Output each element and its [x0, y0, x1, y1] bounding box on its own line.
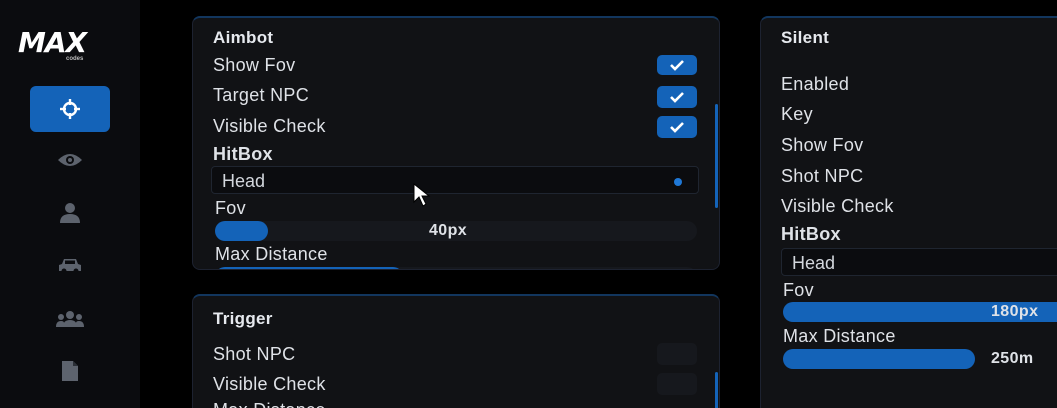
trigger-scrollbar[interactable] — [715, 372, 718, 408]
nav-vehicle-button[interactable] — [30, 243, 110, 289]
nav-aimbot-button[interactable] — [30, 86, 110, 132]
visible-check-checkbox[interactable] — [657, 116, 697, 138]
max-distance-slider[interactable] — [215, 267, 697, 269]
silent-panel: Silent Enabled Key Show Fov Shot NPC Vis… — [760, 16, 1057, 408]
silent-show-fov-label: Show Fov — [781, 135, 864, 155]
logo: MAX codes — [18, 26, 124, 62]
file-icon — [62, 361, 78, 381]
nav-player-button[interactable] — [30, 190, 110, 236]
crosshair-icon — [60, 99, 80, 119]
max-distance-slider-fill — [215, 267, 403, 269]
silent-hitbox-label: HitBox — [781, 224, 841, 244]
shot-npc-checkbox[interactable] — [657, 343, 697, 365]
silent-hitbox-select[interactable]: Head — [781, 248, 1057, 276]
silent-hitbox-selected-value: Head — [792, 253, 836, 273]
nav-config-button[interactable] — [30, 348, 110, 394]
checkmark-icon — [670, 122, 684, 133]
silent-max-distance-label: Max Distance — [783, 326, 896, 346]
checkmark-icon — [670, 60, 684, 71]
aimbot-title: Aimbot — [213, 28, 274, 47]
trigger-panel: Trigger Shot NPC Visible Check Max Dista… — [192, 294, 720, 408]
hitbox-selected-value: Head — [222, 171, 266, 191]
mouse-cursor-icon — [413, 182, 431, 207]
users-icon — [56, 311, 84, 327]
silent-key-label: Key — [781, 104, 813, 124]
trigger-max-distance-label: Max Distance — [213, 400, 326, 408]
eye-icon — [58, 154, 82, 166]
show-fov-label: Show Fov — [213, 55, 296, 75]
show-fov-checkbox[interactable] — [657, 55, 697, 75]
car-icon — [59, 259, 81, 274]
checkmark-icon — [670, 92, 684, 103]
silent-max-distance-slider-fill — [783, 349, 975, 369]
logo-text: MAX — [18, 26, 87, 59]
max-distance-label: Max Distance — [215, 244, 328, 264]
target-npc-label: Target NPC — [213, 85, 310, 105]
fov-value: 40px — [429, 222, 468, 239]
hitbox-select[interactable]: Head — [211, 166, 699, 194]
aimbot-scrollbar[interactable] — [715, 104, 718, 208]
shot-npc-label: Shot NPC — [213, 344, 296, 364]
user-icon — [60, 203, 80, 223]
silent-max-distance-slider[interactable] — [783, 349, 975, 369]
hitbox-label: HitBox — [213, 144, 273, 164]
fov-slider-fill — [215, 221, 269, 241]
trigger-visible-check-label: Visible Check — [213, 374, 326, 394]
logo-subtext: codes — [66, 56, 84, 62]
nav-players-list-button[interactable] — [30, 296, 110, 342]
sidebar: MAX codes — [0, 0, 140, 408]
nav-visuals-button[interactable] — [30, 137, 110, 183]
silent-max-distance-value: 250m — [991, 350, 1034, 367]
silent-enabled-label: Enabled — [781, 74, 850, 94]
trigger-visible-check-checkbox[interactable] — [657, 373, 697, 395]
silent-visible-check-label: Visible Check — [781, 196, 894, 216]
aimbot-panel: Aimbot Show Fov Target NPC Visible Check… — [192, 16, 720, 270]
dropdown-dot-icon — [674, 178, 682, 186]
silent-fov-label: Fov — [783, 280, 814, 300]
target-npc-checkbox[interactable] — [657, 86, 697, 108]
trigger-title: Trigger — [213, 309, 273, 328]
fov-label: Fov — [215, 198, 246, 218]
silent-shot-npc-label: Shot NPC — [781, 166, 864, 186]
silent-title: Silent — [781, 28, 830, 47]
silent-fov-value: 180px — [991, 303, 1039, 320]
visible-check-label: Visible Check — [213, 116, 326, 136]
